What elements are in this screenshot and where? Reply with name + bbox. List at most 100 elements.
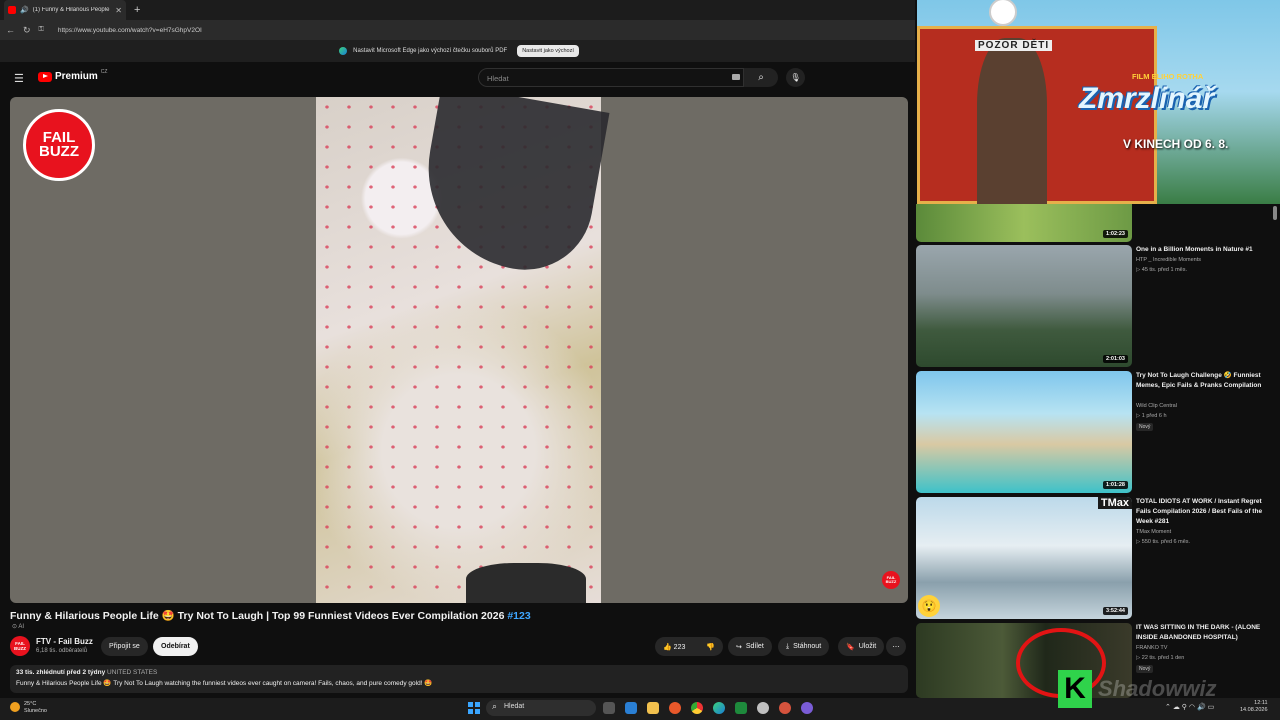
speaker-icon: 🔊: [20, 7, 29, 14]
youtube-logo[interactable]: Premium CZ: [38, 69, 108, 82]
share-label: Sdílet: [745, 643, 764, 650]
taskbar-clock[interactable]: 12:11 14.08.2026: [1240, 700, 1268, 714]
subscribe-button[interactable]: Odebírat: [153, 637, 198, 656]
widgets-icon[interactable]: [625, 702, 637, 714]
video-player[interactable]: FAIL BUZZ FAIL BUZZ: [10, 97, 908, 603]
recommendation-item[interactable]: 1:02:23: [916, 204, 1278, 242]
firefox-icon[interactable]: [669, 702, 681, 714]
like-count: 223: [673, 643, 686, 651]
tab-title: (1) Funny & Hilarious People Li: [32, 7, 112, 13]
taskbar-search[interactable]: Hledat: [486, 700, 596, 716]
video-title-text: Funny & Hilarious People Life 🤩 Try Not …: [10, 610, 505, 622]
task-view-icon[interactable]: [603, 702, 615, 714]
chrome-icon[interactable]: [691, 702, 703, 714]
scrollbar[interactable]: [1273, 206, 1277, 220]
share-icon: ↪: [736, 643, 742, 651]
logo-line2: BUZZ: [39, 143, 79, 160]
edge-bar-message: Nastavit Microsoft Edge jako výchozí čte…: [353, 48, 508, 54]
rec-title[interactable]: One in a Billion Moments in Nature #1: [1136, 245, 1276, 255]
search-button[interactable]: ⌕: [744, 68, 778, 87]
windows-start-icon[interactable]: [468, 702, 480, 714]
reload-icon[interactable]: ↻: [23, 25, 31, 36]
browser-tab-bar: 🔊 (1) Funny & Hilarious People Li ✕ +: [0, 0, 918, 20]
rec-channel[interactable]: TMax Moment: [1136, 529, 1171, 535]
messenger-icon[interactable]: [801, 702, 813, 714]
file-explorer-icon[interactable]: [647, 702, 659, 714]
app-icon[interactable]: [757, 702, 769, 714]
video-thumbnail[interactable]: 1:01:28: [916, 371, 1132, 493]
rec-title[interactable]: IT WAS SITTING IN THE DARK - (ALONE INSI…: [1136, 623, 1276, 643]
download-label: Stáhnout: [793, 643, 822, 650]
ad-warning-sign: POZOR DĚTI: [975, 40, 1053, 51]
address-bar: ← ↻ ⚿ https://www.youtube.com/watch?v=eH…: [0, 20, 918, 40]
video-thumbnail[interactable]: 1:02:23: [916, 204, 1132, 242]
edge-icon[interactable]: [713, 702, 725, 714]
back-icon[interactable]: ←: [6, 25, 15, 35]
channel-watermark[interactable]: FAIL BUZZ: [882, 571, 900, 589]
rec-title[interactable]: TOTAL IDIOTS AT WORK / Instant Regret Fa…: [1136, 497, 1276, 527]
rec-title[interactable]: Try Not To Laugh Challenge 🤣 Funniest Me…: [1136, 371, 1276, 391]
channel-subscribers: 6,18 tis. odběratelů: [36, 648, 88, 654]
youtube-play-icon: [38, 71, 52, 82]
screen: 🔊 (1) Funny & Hilarious People Li ✕ + ← …: [0, 0, 1280, 720]
logo-region: CZ: [100, 69, 108, 75]
video-thumbnail[interactable]: 2:01:03: [916, 245, 1132, 367]
tab-close-icon[interactable]: ✕: [115, 6, 122, 15]
set-default-button[interactable]: Nastavit jako výchozí: [517, 45, 579, 57]
search-input[interactable]: Hledat: [478, 68, 744, 87]
join-button[interactable]: Připojit se: [101, 637, 148, 656]
ad-date: V KINECH OD 6. 8.: [1123, 137, 1229, 151]
ad-title: Zmrzlinář: [1079, 82, 1215, 115]
more-actions-button[interactable]: ⋯: [886, 637, 906, 656]
microphone-icon: 🎙: [790, 73, 801, 82]
rec-meta: ▷ 550 tis. před 6 měs.: [1136, 539, 1191, 545]
duration-badge: 1:02:23: [1103, 230, 1128, 238]
url-field[interactable]: https://www.youtube.com/watch?v=eH7sGhpV…: [58, 27, 202, 34]
movie-ad-banner[interactable]: POZOR DĚTI Zmrzlinář V KINECH OD 6. 8.: [917, 0, 1280, 204]
like-button[interactable]: 👍 223: [663, 643, 685, 651]
recommendation-item[interactable]: 1:01:28 Try Not To Laugh Challenge 🤣 Fun…: [916, 371, 1278, 495]
browser-active-icon[interactable]: [779, 702, 791, 714]
ad-film-credit: FILM ELIHO ROTHA: [1132, 72, 1204, 81]
rec-channel[interactable]: Wild Clip Central: [1136, 403, 1177, 409]
like-dislike-group: 👍 223 👎: [655, 637, 723, 656]
excel-icon[interactable]: [735, 702, 747, 714]
channel-name[interactable]: FTV - Fail Buzz: [36, 637, 93, 646]
time: 12:11: [1254, 700, 1268, 706]
site-info-icon[interactable]: ⚿: [39, 26, 44, 34]
surprised-emoji-icon: 😲: [918, 595, 940, 617]
dislike-button[interactable]: 👎: [706, 643, 715, 651]
download-button[interactable]: ⤓ Stáhnout: [778, 637, 830, 656]
watermark: K Shadowwiz: [1058, 670, 1217, 708]
channel-avatar[interactable]: FAIL BUZZ: [10, 636, 30, 656]
date: 14.08.2026: [1240, 707, 1268, 713]
share-button[interactable]: ↪ Sdílet: [728, 637, 772, 656]
watermark-text: FAIL BUZZ: [885, 575, 897, 584]
menu-icon[interactable]: ☰: [14, 72, 24, 85]
sun-icon: [10, 702, 20, 712]
save-button[interactable]: 🔖 Uložit: [838, 637, 885, 656]
description-box[interactable]: 33 tis. zhlédnutí před 2 týdny UNITED ST…: [10, 665, 908, 693]
avatar-text: FAIL BUZZ: [14, 641, 26, 651]
video-title: Funny & Hilarious People Life 🤩 Try Not …: [10, 609, 531, 622]
voice-search-button[interactable]: 🎙: [786, 68, 805, 87]
browser-tab[interactable]: 🔊 (1) Funny & Hilarious People Li ✕: [4, 0, 126, 20]
rec-channel[interactable]: HTP _ Incredible Moments: [1136, 257, 1201, 263]
rec-meta: ▷ 1 před 6 h: [1136, 413, 1167, 419]
weather-condition: Slunečno: [24, 708, 47, 714]
new-tab-button[interactable]: +: [134, 4, 140, 16]
views-date: 33 tis. zhlédnutí před 2 týdny: [16, 669, 106, 676]
video-frame: [316, 97, 610, 603]
weather-widget[interactable]: 25°C Slunečno: [10, 701, 47, 715]
hashtag-link[interactable]: #123: [507, 610, 530, 622]
keyboard-icon[interactable]: [732, 74, 740, 80]
snowman-mascot-icon: [989, 0, 1017, 26]
recommendation-item[interactable]: TMax 3:52:44 😲 TOTAL IDIOTS AT WORK / In…: [916, 497, 1278, 621]
rec-channel[interactable]: FRANKO TV: [1136, 645, 1167, 651]
watermark-logo: K: [1058, 670, 1092, 708]
description-text: Funny & Hilarious People Life 🤩 Try Not …: [16, 680, 433, 687]
recommendation-item[interactable]: 2:01:03 One in a Billion Moments in Natu…: [916, 245, 1278, 369]
video-thumbnail[interactable]: TMax 3:52:44 😲: [916, 497, 1132, 619]
ai-label-text: AI: [18, 624, 25, 630]
edge-default-pdf-bar: Nastavit Microsoft Edge jako výchozí čte…: [0, 40, 918, 62]
